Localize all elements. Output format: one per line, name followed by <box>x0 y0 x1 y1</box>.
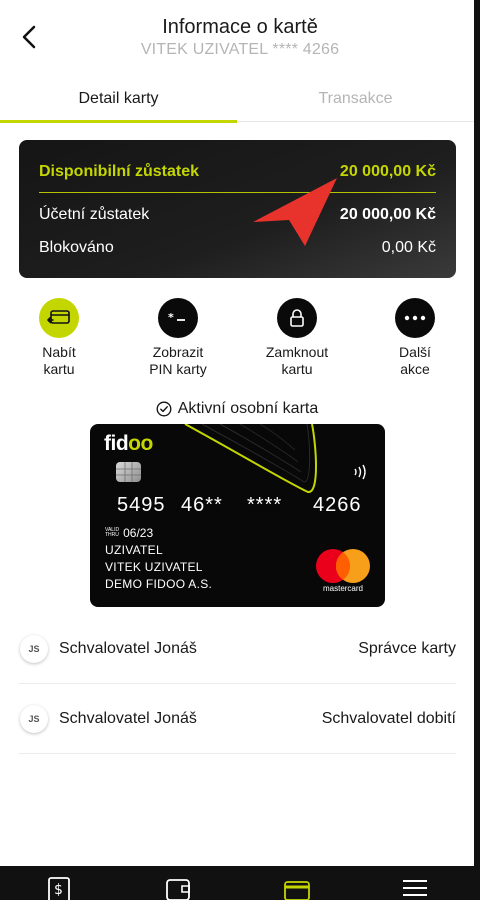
page-subtitle: VITEK UZIVATEL **** 4266 <box>140 41 340 58</box>
mastercard-wordmark: mastercard <box>322 584 363 593</box>
balance-panel: Disponibilní zůstatek 20 000,00 Kč Účetn… <box>19 140 456 278</box>
valid-thru-label: VALID THRU <box>105 527 120 538</box>
list-item: JS Schvalovatel Jonáš Schvalovatel dobit… <box>19 684 456 754</box>
top-up-card-label: Nabít kartu <box>42 344 76 377</box>
wallet-icon <box>166 879 190 900</box>
role-person-name: Schvalovatel Jonáš <box>59 709 197 727</box>
check-circle-icon <box>156 401 172 417</box>
lock-card-label: Zamknout kartu <box>265 344 329 377</box>
pin-icon: * <box>158 298 198 338</box>
card-number: 5495 46** **** 4266 <box>117 494 362 516</box>
tab-card-detail[interactable]: Detail karty <box>0 76 237 122</box>
account-balance-label: Účetní zůstatek <box>39 206 150 223</box>
account-balance-value: 20 000,00 Kč <box>339 206 436 223</box>
card-holder: UZIVATEL VITEK UZIVATEL DEMO FIDOO A.S. <box>105 543 213 591</box>
valid-thru: VALID THRU 06/23 <box>105 526 153 540</box>
bottom-nav: $ <box>0 866 480 900</box>
more-actions-label: Další akce <box>399 344 431 377</box>
nav-menu[interactable] <box>401 876 429 900</box>
lock-card-button[interactable]: Zamknout kartu <box>252 298 342 378</box>
fidoo-logo: fidoo <box>104 432 153 455</box>
svg-text:$: $ <box>54 882 63 898</box>
list-item: JS Schvalovatel Jonáš Správce karty <box>19 614 456 684</box>
pointer-arrow-icon <box>253 178 337 246</box>
nav-wallet[interactable] <box>164 876 192 900</box>
balance-divider <box>39 192 436 193</box>
role-title: Správce karty <box>358 639 456 657</box>
mastercard-logo-icon <box>316 549 370 583</box>
role-title: Schvalovatel dobití <box>321 709 456 727</box>
dollar-document-icon: $ <box>48 877 70 900</box>
nav-card[interactable] <box>283 876 311 900</box>
card-topup-icon <box>39 298 79 338</box>
top-up-card-button[interactable]: Nabít kartu <box>14 298 104 378</box>
lock-icon <box>277 298 317 338</box>
more-icon <box>395 298 435 338</box>
card-icon <box>284 881 310 900</box>
card-actions: Nabít kartu * Zobrazit PIN karty Zamknout k… <box>0 298 474 388</box>
blocked-label: Blokováno <box>39 239 114 256</box>
card-roles-list: JS Schvalovatel Jonáš Správce karty JS S… <box>19 614 456 754</box>
tab-bar: Detail karty Transakce <box>0 76 474 123</box>
menu-icon <box>403 880 427 896</box>
payment-card[interactable]: fidoo 5495 46** **** 4266 VALID THRU 06/2… <box>90 424 385 607</box>
available-balance-value: 20 000,00 Kč <box>339 163 436 180</box>
blocked-row: Blokováno 0,00 Kč <box>39 239 436 257</box>
show-pin-button[interactable]: * Zobrazit PIN karty <box>133 298 223 378</box>
available-balance-row: Disponibilní zůstatek 20 000,00 Kč <box>39 163 436 181</box>
card-status-text: Aktivní osobní karta <box>177 400 319 417</box>
screen-edge <box>474 0 480 900</box>
nav-dollar-document[interactable]: $ <box>45 876 73 900</box>
contactless-icon <box>354 464 366 480</box>
svg-text:*: * <box>168 311 174 324</box>
page-title: Informace o kartě <box>162 16 318 38</box>
header: Informace o kartě VITEK UZIVATEL **** 42… <box>0 0 480 76</box>
card-status: Aktivní osobní karta <box>0 400 474 418</box>
chip-lines <box>116 462 141 482</box>
blocked-value: 0,00 Kč <box>381 239 436 256</box>
tab-transactions[interactable]: Transakce <box>237 76 474 122</box>
role-person-name: Schvalovatel Jonáš <box>59 639 197 657</box>
avatar: JS <box>20 704 48 733</box>
show-pin-label: Zobrazit PIN karty <box>149 344 207 377</box>
available-balance-label: Disponibilní zůstatek <box>39 163 200 180</box>
active-tab-indicator <box>0 120 237 123</box>
avatar: JS <box>20 634 48 663</box>
more-actions-button[interactable]: Další akce <box>370 298 460 378</box>
expiry-date: 06/23 <box>123 526 154 540</box>
account-balance-row: Účetní zůstatek 20 000,00 Kč <box>39 206 436 224</box>
